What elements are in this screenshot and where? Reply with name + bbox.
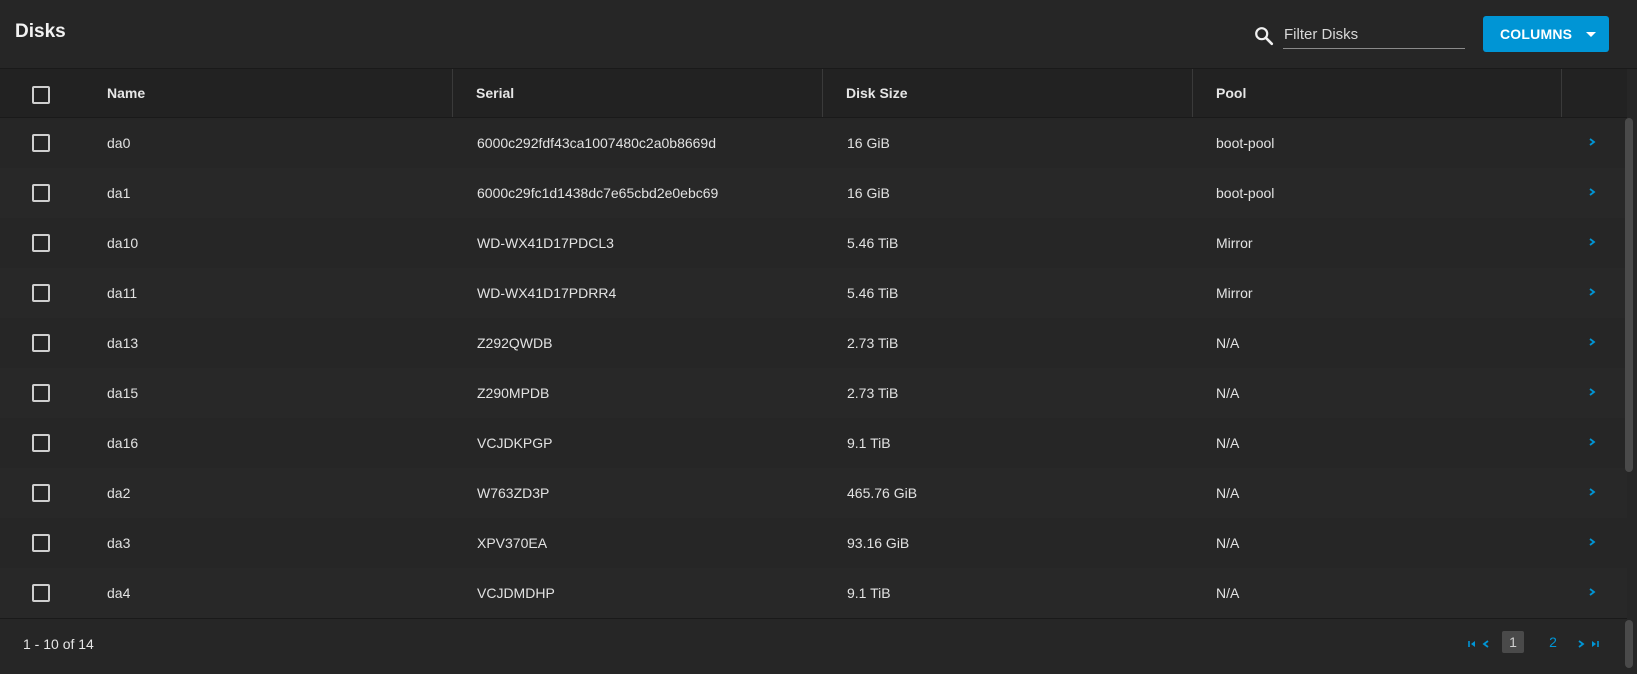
disk-serial: WD-WX41D17PDCL3 [477, 235, 614, 251]
disk-pool: Mirror [1216, 285, 1253, 301]
disk-size: 5.46 TiB [847, 285, 899, 301]
select-all-checkbox[interactable] [32, 86, 50, 104]
disk-serial: VCJDMDHP [477, 585, 555, 601]
disk-name: da3 [107, 535, 131, 551]
chevron-right-icon[interactable] [1587, 437, 1597, 447]
disk-name: da16 [107, 435, 139, 451]
next-page-icon[interactable] [1574, 637, 1588, 651]
chevron-right-icon[interactable] [1587, 237, 1597, 247]
paginator: 1 - 10 of 14 1 2 [0, 618, 1627, 669]
disk-serial: WD-WX41D17PDRR4 [477, 285, 617, 301]
disk-pool: Mirror [1216, 235, 1253, 251]
table-row[interactable]: da11 WD-WX41D17PDRR4 5.46 TiB Mirror [0, 268, 1627, 319]
last-page-icon[interactable] [1587, 637, 1601, 651]
disk-serial: XPV370EA [477, 535, 548, 551]
chevron-right-icon[interactable] [1587, 287, 1597, 297]
table-row[interactable]: da0 6000c292fdf43ca1007480c2a0b8669d 16 … [0, 118, 1627, 169]
row-checkbox[interactable] [32, 184, 50, 202]
row-checkbox[interactable] [32, 334, 50, 352]
disk-pool: N/A [1216, 335, 1240, 351]
disk-size: 9.1 TiB [847, 435, 891, 451]
columns-button-label: COLUMNS [1500, 26, 1573, 42]
column-header-disk-size[interactable]: Disk Size [846, 69, 907, 117]
row-checkbox[interactable] [32, 284, 50, 302]
chevron-right-icon[interactable] [1587, 537, 1597, 547]
row-checkbox[interactable] [32, 434, 50, 452]
disk-name: da4 [107, 585, 131, 601]
row-checkbox[interactable] [32, 134, 50, 152]
disk-name: da2 [107, 485, 131, 501]
search-icon [1255, 27, 1274, 46]
row-checkbox[interactable] [32, 584, 50, 602]
column-divider[interactable] [452, 69, 453, 117]
disk-name: da13 [107, 335, 139, 351]
page-1-button[interactable]: 1 [1502, 631, 1524, 653]
row-checkbox[interactable] [32, 534, 50, 552]
row-checkbox[interactable] [32, 234, 50, 252]
disk-serial: 6000c292fdf43ca1007480c2a0b8669d [477, 135, 717, 151]
footer-scrollbar[interactable] [1625, 620, 1633, 668]
disk-serial: Z290MPDB [477, 385, 550, 401]
disk-name: da0 [107, 135, 131, 151]
page-2-button[interactable]: 2 [1542, 631, 1564, 653]
disk-serial: 6000c29fc1d1438dc7e65cbd2e0ebc69 [477, 185, 719, 201]
table-row[interactable]: da13 Z292QWDB 2.73 TiB N/A [0, 318, 1627, 369]
toolbar: Disks COLUMNS [0, 0, 1637, 69]
disk-size: 16 GiB [847, 185, 890, 201]
page-title: Disks [15, 21, 66, 42]
disk-size: 2.73 TiB [847, 335, 899, 351]
disk-name: da11 [107, 285, 138, 301]
caret-down-icon [1586, 32, 1596, 37]
table-header: Name Serial Disk Size Pool [0, 69, 1627, 118]
table-row[interactable]: da15 Z290MPDB 2.73 TiB N/A [0, 368, 1627, 419]
disk-size: 5.46 TiB [847, 235, 899, 251]
column-header-serial[interactable]: Serial [476, 69, 514, 117]
disk-pool: N/A [1216, 435, 1240, 451]
disk-pool: N/A [1216, 535, 1240, 551]
chevron-right-icon[interactable] [1587, 387, 1597, 397]
disk-size: 9.1 TiB [847, 585, 891, 601]
chevron-right-icon[interactable] [1587, 337, 1597, 347]
first-page-icon[interactable] [1466, 637, 1480, 651]
disk-pool: N/A [1216, 485, 1240, 501]
filter-disks-input[interactable] [1283, 20, 1465, 49]
row-checkbox[interactable] [32, 384, 50, 402]
column-header-pool[interactable]: Pool [1216, 69, 1246, 117]
column-divider[interactable] [822, 69, 823, 117]
disk-name: da15 [107, 385, 139, 401]
table-row[interactable]: da2 W763ZD3P 465.76 GiB N/A [0, 468, 1627, 519]
disk-pool: N/A [1216, 585, 1240, 601]
table-row[interactable]: da10 WD-WX41D17PDCL3 5.46 TiB Mirror [0, 218, 1627, 269]
disk-size: 16 GiB [847, 135, 890, 151]
disk-size: 2.73 TiB [847, 385, 899, 401]
disk-serial: Z292QWDB [477, 335, 553, 351]
column-divider [1561, 69, 1562, 117]
column-divider[interactable] [1192, 69, 1193, 117]
disk-name: da1 [107, 185, 131, 201]
chevron-right-icon[interactable] [1587, 187, 1597, 197]
table-row[interactable]: da1 6000c29fc1d1438dc7e65cbd2e0ebc69 16 … [0, 168, 1627, 219]
disk-pool: boot-pool [1216, 185, 1275, 201]
chevron-right-icon[interactable] [1587, 137, 1597, 147]
table-row[interactable]: da16 VCJDKPGP 9.1 TiB N/A [0, 418, 1627, 469]
page-range-label: 1 - 10 of 14 [23, 636, 94, 652]
disk-pool: boot-pool [1216, 135, 1275, 151]
chevron-right-icon[interactable] [1587, 587, 1597, 597]
row-checkbox[interactable] [32, 484, 50, 502]
table-row[interactable]: da4 VCJDMDHP 9.1 TiB N/A [0, 568, 1627, 619]
disk-pool: N/A [1216, 385, 1240, 401]
disk-name: da10 [107, 235, 139, 251]
disk-serial: VCJDKPGP [477, 435, 553, 451]
table-row[interactable]: da3 XPV370EA 93.16 GiB N/A [0, 518, 1627, 569]
chevron-right-icon[interactable] [1587, 487, 1597, 497]
disk-size: 93.16 GiB [847, 535, 910, 551]
vertical-scrollbar[interactable] [1625, 118, 1633, 472]
columns-button[interactable]: COLUMNS [1483, 16, 1609, 52]
previous-page-icon[interactable] [1479, 637, 1493, 651]
disk-serial: W763ZD3P [477, 485, 550, 501]
disks-card: Disks COLUMNS Name Serial Disk Size Pool… [0, 0, 1637, 674]
column-header-name[interactable]: Name [107, 69, 145, 117]
disk-size: 465.76 GiB [847, 485, 918, 501]
